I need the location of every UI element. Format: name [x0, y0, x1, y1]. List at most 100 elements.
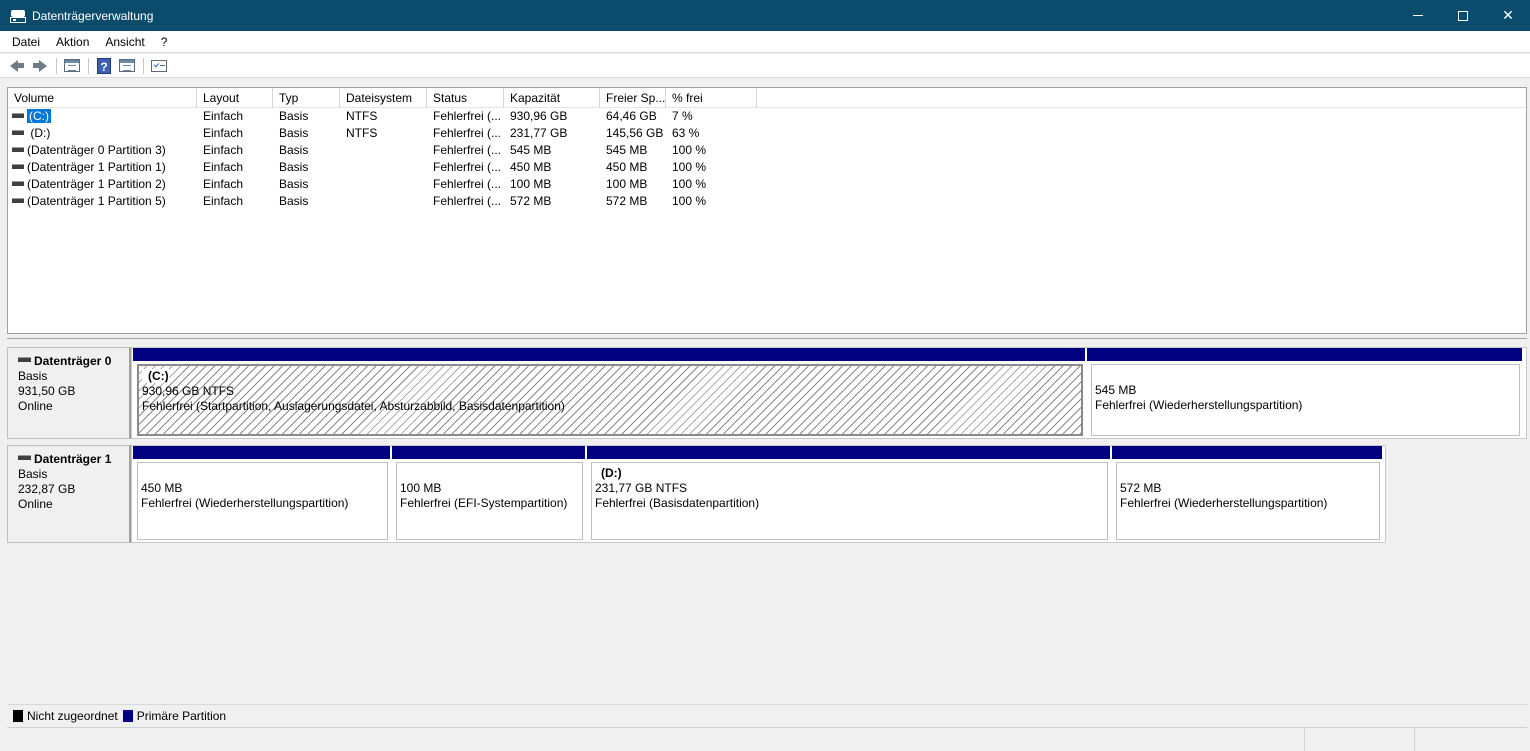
table-row[interactable]: (C:) Einfach Basis NTFS Fehlerfrei (... …: [8, 108, 1526, 125]
primary-partition-bar: [1087, 348, 1522, 361]
volume-list[interactable]: Volume Layout Typ Dateisystem Status Kap…: [7, 87, 1527, 334]
volume-disk-icon: [12, 164, 24, 170]
column-header-dateisystem[interactable]: Dateisystem: [340, 88, 427, 108]
primary-partition-bar: [133, 446, 390, 459]
column-header-typ[interactable]: Typ: [273, 88, 340, 108]
disk-type: Basis: [18, 369, 48, 383]
toolbar-separator: [56, 57, 57, 74]
disk-0-label[interactable]: Datenträger 0 Basis 931,50 GB Online: [7, 347, 131, 439]
minimize-button[interactable]: [1395, 0, 1441, 31]
partition-size: 930,96 GB NTFS: [142, 384, 235, 398]
help-button[interactable]: ?: [93, 56, 115, 76]
column-header-layout[interactable]: Layout: [197, 88, 273, 108]
partition-status: Fehlerfrei (Wiederherstellungspartition): [1095, 398, 1303, 412]
menu-datei[interactable]: Datei: [0, 31, 48, 53]
cell-status: Fehlerfrei (...: [433, 194, 502, 208]
cell-volume: (Datenträger 0 Partition 3): [8, 142, 197, 159]
primary-partition-bar: [392, 446, 585, 459]
cell-kapazitaet: 100 MB: [510, 177, 552, 191]
partition-status: Fehlerfrei (Startpartition, Auslagerungs…: [142, 399, 565, 413]
partition-status: Fehlerfrei (Basisdatenpartition): [595, 496, 760, 510]
disk-type: Basis: [18, 467, 48, 481]
table-row[interactable]: (Datenträger 1 Partition 1) Einfach Basi…: [8, 159, 1526, 176]
volume-list-header: Volume Layout Typ Dateisystem Status Kap…: [8, 88, 1526, 108]
partition-status: Fehlerfrei (Wiederherstellungspartition): [141, 496, 349, 510]
back-arrow-icon: [10, 59, 24, 72]
partition-size: 100 MB: [400, 481, 442, 495]
disk-icon: [18, 455, 31, 461]
table-row[interactable]: (Datenträger 0 Partition 3) Einfach Basi…: [8, 142, 1526, 159]
cell-freier-speicher: 145,56 GB: [606, 126, 664, 140]
partition-efi[interactable]: 100 MB Fehlerfrei (EFI-Systempartition): [392, 446, 585, 542]
menu-ansicht[interactable]: Ansicht: [97, 31, 152, 53]
cell-prozent-frei: 100 %: [672, 160, 707, 174]
menu-aktion[interactable]: Aktion: [48, 31, 97, 53]
cell-dateisystem: [340, 159, 427, 176]
console-tree-button[interactable]: [61, 56, 83, 76]
partition-disk1-recovery-1[interactable]: 450 MB Fehlerfrei (Wiederherstellungspar…: [133, 446, 390, 542]
partition-c[interactable]: (C:) 930,96 GB NTFS Fehlerfrei (Startpar…: [133, 348, 1085, 438]
table-row[interactable]: (Datenträger 1 Partition 5) Einfach Basi…: [8, 193, 1526, 210]
column-header-freier-speicher[interactable]: Freier Sp...: [600, 88, 666, 108]
cell-freier-speicher: 64,46 GB: [606, 109, 657, 123]
cell-layout: Einfach: [203, 194, 244, 208]
legend: Nicht zugeordnet Primäre Partition: [7, 704, 1527, 726]
column-header-kapazitaet[interactable]: Kapazität: [504, 88, 600, 108]
cell-volume: (Datenträger 1 Partition 5): [8, 193, 197, 210]
partition-body: 545 MB Fehlerfrei (Wiederherstellungspar…: [1091, 364, 1520, 436]
partition-disk1-recovery-5[interactable]: 572 MB Fehlerfrei (Wiederherstellungspar…: [1112, 446, 1382, 542]
cell-status: Fehlerfrei (...: [433, 109, 502, 123]
cell-volume: (Datenträger 1 Partition 2): [8, 176, 197, 193]
table-row[interactable]: (Datenträger 1 Partition 2) Einfach Basi…: [8, 176, 1526, 193]
cell-layout: Einfach: [203, 143, 244, 157]
cell-kapazitaet: 930,96 GB: [510, 109, 568, 123]
cell-typ: Basis: [279, 194, 309, 208]
primary-partition-bar: [133, 348, 1085, 361]
cell-typ: Basis: [279, 109, 309, 123]
toolbar-separator: [143, 57, 144, 74]
partition-status: Fehlerfrei (EFI-Systempartition): [400, 496, 568, 510]
status-bar: [7, 727, 1527, 751]
maximize-button[interactable]: [1440, 0, 1486, 31]
partition-label: (C:): [142, 369, 169, 383]
console-tree-icon: [64, 59, 80, 72]
show-pane-button[interactable]: [116, 56, 138, 76]
menu-help[interactable]: ?: [153, 31, 176, 53]
partition-d[interactable]: (D:) 231,77 GB NTFS Fehlerfrei (Basisdat…: [587, 446, 1110, 542]
disk-0-partitions: (C:) 930,96 GB NTFS Fehlerfrei (Startpar…: [131, 347, 1527, 439]
cell-prozent-frei: 63 %: [672, 126, 700, 140]
cell-kapazitaet: 545 MB: [510, 143, 552, 157]
properties-button[interactable]: [148, 56, 170, 76]
partition-size: 231,77 GB NTFS: [595, 481, 688, 495]
cell-prozent-frei: 100 %: [672, 177, 707, 191]
close-button[interactable]: ✕: [1485, 0, 1530, 31]
close-icon: ✕: [1502, 7, 1514, 23]
cell-dateisystem: [340, 176, 427, 193]
table-row[interactable]: (D:) Einfach Basis NTFS Fehlerfrei (... …: [8, 125, 1526, 142]
volume-name: (Datenträger 1 Partition 1): [27, 160, 166, 174]
disk-1-label[interactable]: Datenträger 1 Basis 232,87 GB Online: [7, 445, 131, 543]
cell-status: Fehlerfrei (...: [433, 126, 502, 140]
back-button[interactable]: [6, 56, 28, 76]
forward-button[interactable]: [29, 56, 51, 76]
cell-status: Fehlerfrei (...: [433, 143, 502, 157]
cell-typ: Basis: [279, 126, 309, 140]
column-header-status[interactable]: Status: [427, 88, 504, 108]
cell-layout: Einfach: [203, 126, 244, 140]
cell-status: Fehlerfrei (...: [433, 160, 502, 174]
disk-state: Online: [18, 399, 53, 413]
minimize-icon: [1413, 15, 1423, 16]
disk-graphical-view: Datenträger 0 Basis 931,50 GB Online (C:…: [7, 338, 1527, 702]
cell-layout: Einfach: [203, 109, 244, 123]
cell-freier-speicher: 450 MB: [606, 160, 648, 174]
column-header-volume[interactable]: Volume: [8, 88, 197, 108]
column-header-prozent-frei[interactable]: % frei: [666, 88, 757, 108]
disk-icon: [18, 357, 31, 363]
partition-disk0-recovery[interactable]: 545 MB Fehlerfrei (Wiederherstellungspar…: [1087, 348, 1522, 438]
partition-body: 572 MB Fehlerfrei (Wiederherstellungspar…: [1116, 462, 1380, 540]
cell-volume: (C:): [8, 108, 197, 125]
cell-prozent-frei: 100 %: [672, 143, 707, 157]
maximize-icon: [1458, 10, 1468, 21]
partition-status: Fehlerfrei (Wiederherstellungspartition): [1120, 496, 1328, 510]
cell-prozent-frei: 7 %: [672, 109, 693, 123]
